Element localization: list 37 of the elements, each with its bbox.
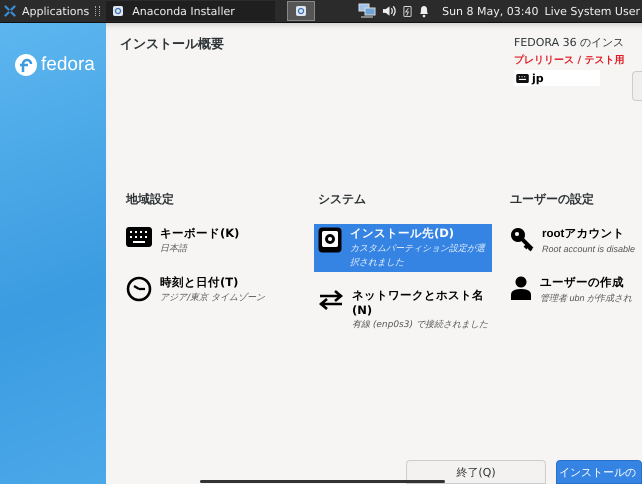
network-icon[interactable] <box>358 3 376 19</box>
keyboard-icon <box>516 74 529 82</box>
handle-icon[interactable] <box>95 6 100 16</box>
spoke-item[interactable]: 時刻と日付(T) アジア/東京 タイムゾーン <box>122 272 300 307</box>
spoke-item[interactable]: キーボード(K) 日本語 <box>122 224 300 258</box>
installer-icon <box>294 5 307 17</box>
fedora-logo-icon <box>14 53 38 77</box>
product-title: FEDORA 36 のインス <box>514 35 626 50</box>
spoke-item[interactable]: インストール先(D) カスタムパーティション設定が選択されました <box>314 224 492 272</box>
key-icon <box>510 227 534 253</box>
spoke-item[interactable]: rootアカウント Root account is disable <box>506 224 642 258</box>
logo-wordmark: fedora <box>41 54 95 76</box>
page-title: インストール概要 <box>120 36 225 54</box>
spoke-item[interactable]: ユーザーの作成 管理者 ubn が作成され <box>506 272 642 307</box>
clock-icon <box>126 276 152 302</box>
scrollbar[interactable] <box>200 480 445 483</box>
keyboard-layout-indicator[interactable]: jp <box>514 70 600 86</box>
spoke-item[interactable]: ネットワークとホスト名(N) 有線 (enp0s3) で接続されました <box>314 286 492 334</box>
workspace-button[interactable] <box>286 1 315 21</box>
keyboard-icon <box>126 227 152 247</box>
applications-menu[interactable]: Applications <box>22 4 90 18</box>
taskbar-window-button[interactable]: Anaconda Installer <box>106 1 275 21</box>
user-menu[interactable]: Live System User <box>544 4 640 18</box>
clock[interactable]: Sun 8 May, 03:40 <box>442 4 538 18</box>
battery-icon[interactable] <box>403 4 412 18</box>
notification-bell-icon[interactable] <box>418 4 430 18</box>
person-icon <box>510 276 532 300</box>
prerelease-warning: プレリリース / テスト用 <box>514 53 626 67</box>
two-way-arrows-icon <box>318 289 344 311</box>
category-heading: システム <box>318 191 367 208</box>
apps-menu-icon[interactable] <box>4 5 16 17</box>
category-heading: 地域設定 <box>126 191 175 208</box>
begin-install-button[interactable]: インストールの <box>556 460 642 484</box>
quit-button[interactable]: 終了(Q) <box>406 460 546 484</box>
installer-icon <box>112 5 124 17</box>
volume-icon[interactable] <box>382 4 398 18</box>
category-heading: ユーザーの設定 <box>510 191 595 208</box>
